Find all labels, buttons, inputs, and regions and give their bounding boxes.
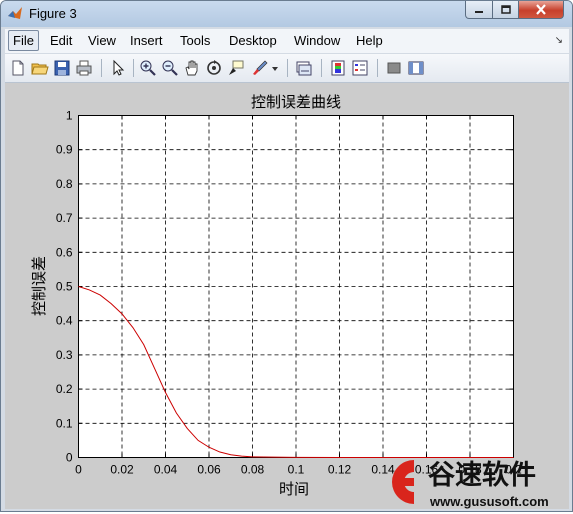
chart-title: 控制误差曲线 — [251, 94, 341, 111]
zoom-out-icon[interactable] — [161, 59, 179, 77]
close-icon — [536, 4, 546, 15]
control-error-chart: 控制误差曲线 0 0.02 0.04 0.06 0.08 0.1 0.12 0.14 0.16 0… — [31, 94, 522, 498]
toolbar-separator — [321, 59, 322, 77]
edit-plot-arrow-icon[interactable] — [109, 59, 127, 77]
y-tick-label: 0.5 — [56, 280, 73, 294]
x-tick-label: 0.08 — [241, 463, 265, 477]
menu-edit[interactable]: Edit — [47, 32, 75, 49]
print-icon[interactable] — [75, 59, 93, 77]
y-tick-label: 0.7 — [56, 211, 73, 225]
menu-file[interactable]: File — [8, 30, 39, 51]
x-tick-label: 0 — [75, 463, 82, 477]
maximize-icon — [500, 4, 511, 14]
maximize-button[interactable] — [492, 1, 519, 19]
x-tick-label: 0.02 — [110, 463, 134, 477]
title-bar[interactable]: Figure 3 — [1, 1, 572, 27]
x-tick-label: 0.1 — [288, 463, 305, 477]
pan-hand-icon[interactable] — [183, 59, 201, 77]
new-figure-icon[interactable] — [9, 59, 27, 77]
rotate-3d-icon[interactable] — [205, 59, 223, 77]
save-icon[interactable] — [53, 59, 71, 77]
y-tick-label: 0.6 — [56, 245, 73, 259]
menu-window[interactable]: Window — [291, 32, 343, 49]
watermark-logo-icon — [392, 460, 414, 504]
y-tick-label: 0.1 — [56, 416, 73, 430]
brush-icon[interactable] — [251, 59, 269, 77]
y-tick-label: 0.9 — [56, 143, 73, 157]
figure-canvas: 控制误差曲线 0 0.02 0.04 0.06 0.08 0.1 0.12 0.14 0.16 0… — [5, 83, 569, 509]
x-tick-label: 0.04 — [154, 463, 178, 477]
toolbar-separator — [377, 59, 378, 77]
y-tick-label: 0.2 — [56, 382, 73, 396]
data-cursor-icon[interactable] — [227, 59, 245, 77]
menu-desktop[interactable]: Desktop — [226, 32, 280, 49]
menu-help[interactable]: Help — [353, 32, 386, 49]
y-tick-label: 0.4 — [56, 314, 73, 328]
minimize-icon — [475, 10, 483, 13]
window-title: Figure 3 — [29, 6, 77, 21]
colorbar-icon[interactable] — [329, 59, 347, 77]
menu-tools[interactable]: Tools — [177, 32, 213, 49]
y-tick-label: 0.3 — [56, 348, 73, 362]
x-tick-label: 0.12 — [328, 463, 352, 477]
x-axis-label: 时间 — [279, 481, 309, 498]
figure-window: Figure 3 File Edit View Insert Tools Des… — [0, 0, 573, 512]
watermark-brand: 谷速软件 — [428, 460, 536, 491]
hide-plot-tools-icon[interactable] — [385, 59, 403, 77]
show-plot-tools-icon[interactable] — [407, 59, 425, 77]
matlab-logo-icon — [8, 7, 22, 19]
y-tick-label: 0 — [66, 451, 73, 465]
watermark-url: www.gususoft.com — [429, 494, 549, 509]
y-tick-label: 0.8 — [56, 177, 73, 191]
y-tick-label: 1 — [66, 109, 73, 123]
zoom-in-icon[interactable] — [139, 59, 157, 77]
menu-overflow-icon[interactable]: ↘ — [555, 35, 563, 46]
toolbar-separator — [133, 59, 134, 77]
minimize-button[interactable] — [465, 1, 493, 19]
menu-insert[interactable]: Insert — [127, 32, 166, 49]
y-axis-label: 控制误差 — [31, 256, 48, 316]
menu-view[interactable]: View — [85, 32, 119, 49]
open-file-icon[interactable] — [31, 59, 49, 77]
brush-dropdown-icon[interactable] — [270, 59, 280, 77]
toolbar-separator — [287, 59, 288, 77]
watermark: 谷速软件 www.gususoft.com — [392, 460, 549, 509]
x-tick-label: 0.06 — [197, 463, 221, 477]
legend-icon[interactable] — [351, 59, 369, 77]
link-plot-icon[interactable] — [295, 59, 313, 77]
menu-bar: File Edit View Insert Tools Desktop Wind… — [5, 29, 569, 53]
toolbar-separator — [101, 59, 102, 77]
figure-toolbar — [5, 54, 569, 83]
close-button[interactable] — [518, 1, 564, 19]
